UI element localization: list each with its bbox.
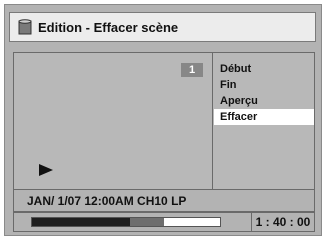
menu-item-fin[interactable]: Fin [214, 77, 314, 93]
progress-buffered [129, 218, 164, 226]
play-icon [39, 163, 53, 181]
menu-item-effacer[interactable]: Effacer [214, 109, 314, 125]
progress-bar[interactable] [31, 217, 221, 227]
disc-icon [18, 19, 32, 35]
edit-menu: Début Fin Aperçu Effacer [214, 61, 314, 125]
progress-played [32, 218, 130, 226]
scene-number-badge: 1 [181, 63, 203, 77]
title-bar: Edition - Effacer scène [9, 12, 316, 42]
edit-panel: 1 Début Fin Aperçu Effacer [13, 52, 315, 190]
playback-bar: 1 : 40 : 00 [13, 212, 315, 232]
menu-item-apercu[interactable]: Aperçu [214, 93, 314, 109]
scene-preview: 1 [14, 53, 213, 189]
recording-info: JAN/ 1/07 12:00AM CH10 LP [13, 190, 315, 212]
time-display: 1 : 40 : 00 [251, 213, 314, 231]
page-title: Edition - Effacer scène [38, 19, 179, 35]
menu-item-debut[interactable]: Début [214, 61, 314, 77]
